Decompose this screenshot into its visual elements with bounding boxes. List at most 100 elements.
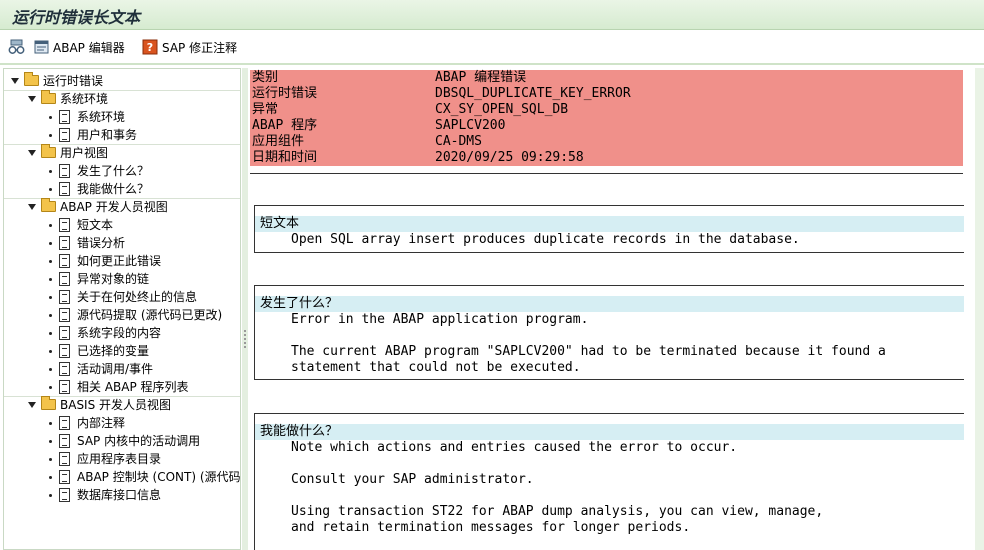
tree-leaf[interactable]: 如何更正此错误 [4, 252, 240, 270]
section-heading: 短文本 [255, 216, 964, 232]
document-icon [59, 110, 70, 124]
tree-leaf-label: 发生了什么？ [77, 164, 150, 178]
info-key: 类别 [252, 70, 279, 85]
expand-caret-icon[interactable] [28, 402, 36, 408]
tree-leaf-label: 活动调用/事件 [77, 362, 154, 376]
tree-leaf-label: 我能做什么？ [77, 182, 150, 196]
abap-editor-button[interactable]: ABAP 编辑器 [33, 38, 125, 56]
tree-node-runtime-error[interactable]: 运行时错误 [4, 72, 240, 90]
document-icon [59, 344, 70, 358]
bullet-icon [49, 476, 52, 479]
tree-node-label: BASIS 开发人员视图 [60, 398, 172, 412]
bullet-icon [49, 242, 52, 245]
document-icon [59, 326, 70, 340]
info-key: 应用组件 [252, 134, 305, 149]
tree-leaf-label: ABAP 控制块 (CONT) (源代码 [77, 470, 241, 484]
tree-leaf-label: 用户和事务 [77, 128, 138, 142]
tree-leaf[interactable]: 发生了什么？ [4, 162, 240, 180]
bullet-icon [49, 332, 52, 335]
tree-node-abap-dev-view[interactable]: ABAP 开发人员视图 [4, 198, 240, 216]
tree-node-user-view[interactable]: 用户视图 [4, 144, 240, 162]
expand-caret-icon[interactable] [28, 96, 36, 102]
tree-leaf-label: 异常对象的链 [77, 272, 150, 286]
sap-note-button[interactable]: ? SAP 修正注释 [142, 38, 237, 56]
panel-splitter[interactable] [242, 68, 248, 550]
tree-leaf[interactable]: 系统环境 [4, 108, 240, 126]
section-heading: 我能做什么？ [255, 424, 964, 440]
tree-leaf-label: SAP 内核中的活动调用 [77, 434, 201, 448]
section-short-text: 短文本 Open SQL array insert produces dupli… [254, 205, 964, 253]
folder-open-icon [41, 396, 56, 410]
tree-leaf-label: 关于在何处终止的信息 [77, 290, 198, 304]
expand-caret-icon[interactable] [28, 150, 36, 156]
debugger-button[interactable] [8, 38, 25, 56]
application-toolbar: ABAP 编辑器 ? SAP 修正注释 [0, 31, 984, 61]
info-value: CX_SY_OPEN_SQL_DB [435, 102, 569, 117]
tree-node-label: ABAP 开发人员视图 [60, 200, 168, 214]
info-key: 运行时错误 [252, 86, 318, 101]
note-icon: ? [142, 39, 159, 55]
info-divider [250, 173, 963, 174]
tree-node-label: 运行时错误 [43, 74, 104, 88]
document-icon [59, 362, 70, 376]
toolbar-divider [0, 63, 984, 65]
info-value: SAPLCV200 [435, 118, 506, 133]
info-row: 异常 CX_SY_OPEN_SQL_DB [250, 102, 963, 118]
document-icon [59, 128, 70, 142]
info-row: ABAP 程序 SAPLCV200 [250, 118, 963, 134]
document-icon [59, 254, 70, 268]
section-line: statement that could not be executed. [291, 360, 581, 375]
section-line [255, 488, 964, 504]
expand-caret-icon[interactable] [28, 204, 36, 210]
tree-leaf[interactable]: 源代码提取 (源代码已更改) [4, 306, 240, 324]
section-line: Error in the ABAP application program. [291, 312, 589, 327]
svg-text:?: ? [147, 41, 153, 54]
section-line: Open SQL array insert produces duplicate… [291, 232, 800, 247]
tree-leaf-label: 内部注释 [77, 416, 126, 430]
tree-leaf-label: 短文本 [77, 218, 114, 232]
tree-leaf[interactable]: 我能做什么？ [4, 180, 240, 198]
document-icon [59, 182, 70, 196]
bullet-icon [49, 116, 52, 119]
expand-caret-icon[interactable] [11, 78, 19, 84]
bullet-icon [49, 296, 52, 299]
tree-node-system-env[interactable]: 系统环境 [4, 90, 240, 108]
tree-leaf[interactable]: 关于在何处终止的信息 [4, 288, 240, 306]
section-line: Note which actions and entries caused th… [291, 440, 738, 455]
info-key: 日期和时间 [252, 150, 318, 165]
bullet-icon [49, 134, 52, 137]
bullet-icon [49, 314, 52, 317]
tree-leaf[interactable]: 已选择的变量 [4, 342, 240, 360]
section-line: Using transaction ST22 for ABAP dump ana… [291, 504, 824, 519]
bullet-icon [49, 350, 52, 353]
tree-leaf[interactable]: 应用程序表目录 [4, 450, 240, 468]
bullet-icon [49, 260, 52, 263]
splitter-grip-icon[interactable] [244, 330, 246, 350]
tree-node-label: 系统环境 [60, 92, 109, 106]
tree-leaf[interactable]: ABAP 控制块 (CONT) (源代码 [4, 468, 240, 486]
tree-leaf[interactable]: SAP 内核中的活动调用 [4, 432, 240, 450]
tree-leaf[interactable]: 数据库接口信息 [4, 486, 240, 504]
document-icon [59, 308, 70, 322]
section-line: The current ABAP program "SAPLCV200" had… [291, 344, 886, 359]
document-icon [59, 380, 70, 394]
tree-leaf[interactable]: 用户和事务 [4, 126, 240, 144]
tree-leaf[interactable]: 异常对象的链 [4, 270, 240, 288]
info-key: ABAP 程序 [252, 118, 318, 133]
tree-node-basis-dev-view[interactable]: BASIS 开发人员视图 [4, 396, 240, 414]
tree-leaf[interactable]: 错误分析 [4, 234, 240, 252]
bullet-icon [49, 278, 52, 281]
tree-leaf[interactable]: 短文本 [4, 216, 240, 234]
tree-leaf[interactable]: 相关 ABAP 程序列表 [4, 378, 240, 396]
tree-leaf[interactable]: 活动调用/事件 [4, 360, 240, 378]
tree-leaf[interactable]: 系统字段的内容 [4, 324, 240, 342]
tree-node-label: 用户视图 [60, 146, 109, 160]
section-what-can-i-do: 我能做什么？ Note which actions and entries ca… [254, 413, 964, 550]
section-line: Consult your SAP administrator. [291, 472, 534, 487]
tree-leaf[interactable]: 内部注释 [4, 414, 240, 432]
document-icon [59, 416, 70, 430]
folder-open-icon [41, 90, 56, 104]
long-text-viewer: 类别 ABAP 编程错误 运行时错误 DBSQL_DUPLICATE_KEY_ERR… [249, 68, 984, 550]
tree-leaf-label: 源代码提取 (源代码已更改) [77, 308, 223, 322]
info-value: CA-DMS [435, 134, 482, 149]
